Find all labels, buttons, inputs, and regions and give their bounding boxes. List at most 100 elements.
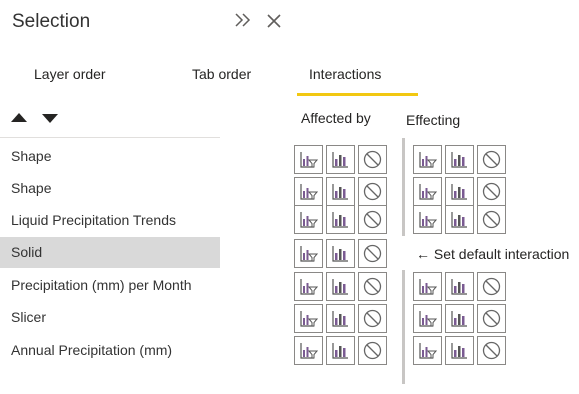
none-interaction-button[interactable] — [358, 205, 387, 234]
filter-icon — [299, 210, 318, 229]
highlight-icon — [450, 210, 469, 229]
highlight-interaction-button[interactable] — [326, 336, 355, 365]
layer-row-slicer[interactable]: Slicer — [0, 302, 220, 333]
none-icon — [481, 308, 502, 329]
column-separator-top — [402, 138, 405, 236]
none-interaction-button[interactable] — [477, 304, 506, 333]
layer-row-shape-1[interactable]: Shape — [0, 141, 220, 172]
filter-icon — [418, 341, 437, 360]
filter-icon — [299, 277, 318, 296]
filter-icon — [299, 341, 318, 360]
highlight-interaction-button[interactable] — [445, 205, 474, 234]
filter-interaction-button[interactable] — [413, 205, 442, 234]
effecting-group — [413, 304, 506, 333]
highlight-icon — [450, 150, 469, 169]
layer-row-precipitation-per-month[interactable]: Precipitation (mm) per Month — [0, 270, 220, 301]
highlight-interaction-button[interactable] — [326, 304, 355, 333]
filter-icon — [299, 182, 318, 201]
filter-interaction-button[interactable] — [413, 304, 442, 333]
filter-icon — [418, 182, 437, 201]
layer-row-liquid-precipitation-trends[interactable]: Liquid Precipitation Trends — [0, 205, 220, 236]
tab-interactions[interactable]: Interactions — [309, 66, 381, 82]
none-icon — [481, 209, 502, 230]
move-up-icon[interactable] — [11, 113, 27, 122]
none-icon — [362, 149, 383, 170]
close-icon[interactable] — [266, 13, 282, 33]
filter-interaction-button[interactable] — [294, 145, 323, 174]
highlight-icon — [331, 244, 350, 263]
highlight-icon — [331, 341, 350, 360]
highlight-icon — [450, 182, 469, 201]
effecting-group — [413, 336, 506, 365]
highlight-interaction-button[interactable] — [445, 304, 474, 333]
highlight-interaction-button[interactable] — [445, 177, 474, 206]
double-chevron-right-icon[interactable] — [234, 12, 252, 32]
highlight-icon — [331, 210, 350, 229]
filter-icon — [299, 150, 318, 169]
effecting-group — [413, 145, 506, 174]
affected-by-group — [294, 177, 387, 206]
highlight-interaction-button[interactable] — [445, 272, 474, 301]
affected-by-group — [294, 272, 387, 301]
none-interaction-button[interactable] — [477, 205, 506, 234]
filter-icon — [299, 244, 318, 263]
highlight-interaction-button[interactable] — [326, 205, 355, 234]
none-icon — [481, 340, 502, 361]
filter-interaction-button[interactable] — [413, 272, 442, 301]
layer-row-solid[interactable]: Solid — [0, 237, 220, 268]
set-default-interaction-label[interactable]: ← Set default interaction — [416, 246, 569, 262]
divider — [0, 137, 220, 138]
filter-interaction-button[interactable] — [294, 177, 323, 206]
filter-icon — [418, 150, 437, 169]
filter-interaction-button[interactable] — [294, 336, 323, 365]
highlight-interaction-button[interactable] — [326, 272, 355, 301]
none-icon — [362, 181, 383, 202]
effecting-header: Effecting — [406, 112, 461, 128]
none-interaction-button[interactable] — [358, 272, 387, 301]
none-interaction-button[interactable] — [477, 272, 506, 301]
none-interaction-button[interactable] — [358, 145, 387, 174]
none-interaction-button[interactable] — [358, 239, 387, 268]
pane-title: Selection — [12, 11, 91, 32]
none-icon — [481, 149, 502, 170]
filter-interaction-button[interactable] — [413, 177, 442, 206]
none-icon — [362, 308, 383, 329]
filter-interaction-button[interactable] — [294, 304, 323, 333]
affected-by-group — [294, 145, 387, 174]
filter-interaction-button[interactable] — [294, 272, 323, 301]
highlight-icon — [450, 277, 469, 296]
highlight-interaction-button[interactable] — [445, 145, 474, 174]
none-interaction-button[interactable] — [477, 336, 506, 365]
effecting-group — [413, 272, 506, 301]
highlight-interaction-button[interactable] — [326, 177, 355, 206]
none-icon — [481, 181, 502, 202]
none-interaction-button[interactable] — [358, 177, 387, 206]
filter-icon — [418, 210, 437, 229]
tab-tab-order[interactable]: Tab order — [192, 66, 251, 82]
highlight-icon — [450, 309, 469, 328]
affected-by-group — [294, 304, 387, 333]
filter-interaction-button[interactable] — [413, 145, 442, 174]
filter-interaction-button[interactable] — [294, 239, 323, 268]
highlight-interaction-button[interactable] — [326, 239, 355, 268]
layer-row-annual-precipitation[interactable]: Annual Precipitation (mm) — [0, 335, 220, 366]
layer-row-shape-2[interactable]: Shape — [0, 173, 220, 204]
tab-layer-order[interactable]: Layer order — [34, 66, 106, 82]
filter-icon — [299, 309, 318, 328]
column-separator-bottom — [402, 270, 405, 384]
filter-interaction-button[interactable] — [413, 336, 442, 365]
highlight-icon — [331, 182, 350, 201]
none-interaction-button[interactable] — [477, 177, 506, 206]
none-interaction-button[interactable] — [358, 304, 387, 333]
affected-by-group — [294, 336, 387, 365]
highlight-icon — [331, 150, 350, 169]
active-tab-indicator — [297, 93, 418, 96]
none-interaction-button[interactable] — [358, 336, 387, 365]
none-interaction-button[interactable] — [477, 145, 506, 174]
highlight-interaction-button[interactable] — [445, 336, 474, 365]
none-icon — [481, 276, 502, 297]
move-down-icon[interactable] — [42, 114, 58, 123]
affected-by-header: Affected by — [301, 110, 371, 126]
highlight-interaction-button[interactable] — [326, 145, 355, 174]
filter-interaction-button[interactable] — [294, 205, 323, 234]
